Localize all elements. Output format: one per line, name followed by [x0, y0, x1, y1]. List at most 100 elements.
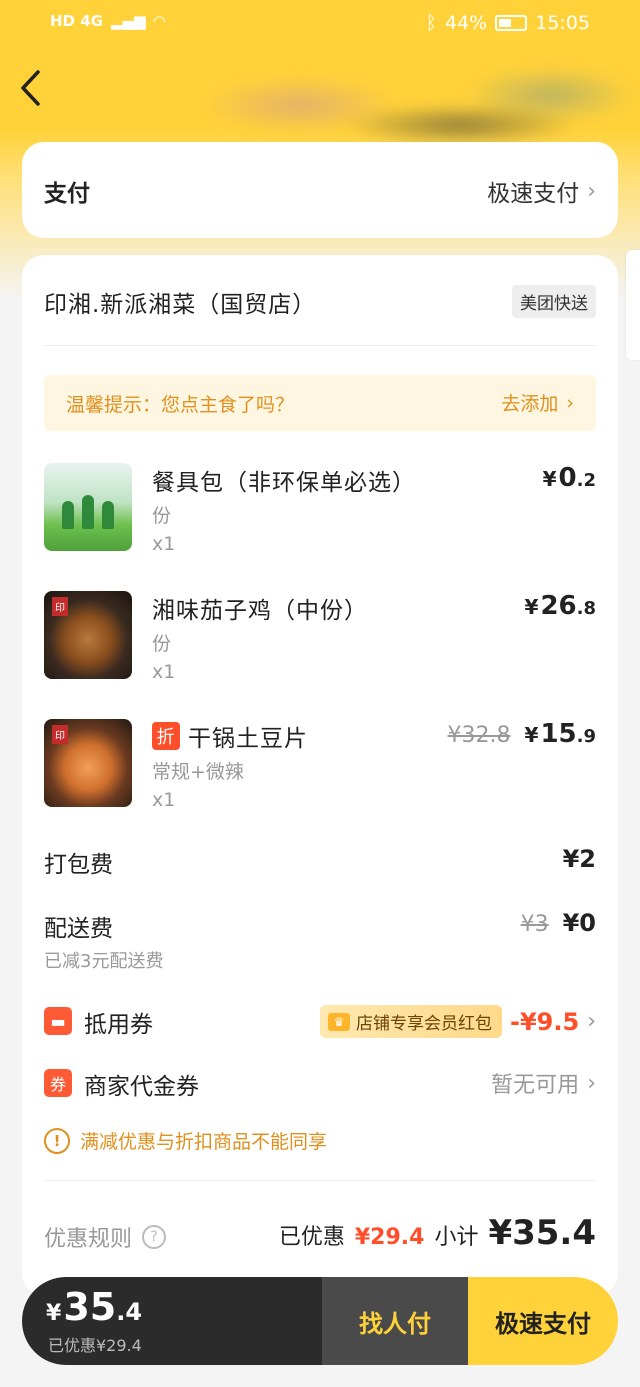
- discount-value: ¥29.4: [354, 1225, 425, 1250]
- divider: [44, 1180, 596, 1181]
- voucher-value: -¥9.5: [510, 1007, 580, 1036]
- total-int: 35: [63, 1285, 117, 1329]
- red-packet-icon: ▬: [44, 1007, 72, 1035]
- item-qty: x1: [152, 533, 176, 555]
- coupon-icon: 券: [44, 1069, 72, 1097]
- shop-logo-icon: 印: [52, 597, 68, 616]
- price-dec: .2: [576, 470, 596, 491]
- scroll-handle[interactable]: [626, 250, 640, 360]
- price-int: 0: [558, 463, 577, 493]
- wifi-icon: ◠: [153, 12, 166, 30]
- voucher-value-group[interactable]: ♛ 店铺专享会员红包 -¥9.5 ›: [320, 1005, 596, 1038]
- item-price: ¥26.8: [524, 591, 596, 621]
- warning-text: 满减优惠与折扣商品不能同享: [80, 1131, 328, 1153]
- delivery-fee-values: ¥3 ¥0: [521, 909, 596, 937]
- item-thumbnail: 印: [44, 591, 132, 679]
- price-dec: .8: [576, 598, 596, 619]
- item-name: 餐具包（非环保单必选）: [152, 470, 416, 496]
- packing-fee-label: 打包费: [44, 852, 113, 878]
- chevron-right-icon: ›: [587, 178, 596, 204]
- member-tag-label: 店铺专享会员红包: [356, 1014, 492, 1034]
- chevron-left-icon: [21, 70, 40, 106]
- friend-pay-button[interactable]: 找人付: [322, 1277, 468, 1365]
- total-discount-note: 已优惠¥29.4: [48, 1336, 142, 1355]
- delivery-fee-note: 已减3元配送费: [44, 951, 164, 972]
- delivery-original-fee: ¥3: [520, 912, 549, 937]
- checkout-total: ¥ 35 .4 已优惠¥29.4: [22, 1277, 322, 1365]
- order-item: 印 折 干锅土豆片 常规+微辣 x1 ¥32.8 ¥15.9: [44, 719, 596, 819]
- member-red-packet-tag: ♛ 店铺专享会员红包: [320, 1005, 502, 1038]
- chevron-right-icon: ›: [587, 1070, 596, 1096]
- clock: 15:05: [535, 12, 590, 34]
- subtotal-value: ¥35.4: [488, 1213, 596, 1253]
- item-thumbnail: [44, 463, 132, 551]
- item-qty: x1: [152, 789, 176, 811]
- network-indicator: HD 4G: [50, 12, 103, 30]
- rules-label: 优惠规则: [44, 1227, 133, 1252]
- voucher-row[interactable]: ▬ 抵用券 ♛ 店铺专享会员红包 -¥9.5 ›: [44, 1005, 596, 1045]
- staple-tip-banner[interactable]: 温馨提示：您点主食了吗？ 去添加 ›: [44, 375, 596, 431]
- exclamation-icon: !: [44, 1127, 70, 1154]
- back-button[interactable]: [18, 68, 58, 112]
- item-price: ¥32.8 ¥15.9: [447, 719, 596, 749]
- delivery-fee-value: ¥0: [562, 909, 596, 937]
- chevron-right-icon: ›: [587, 1009, 596, 1034]
- item-qty: x1: [152, 661, 176, 683]
- price-int: 26: [540, 591, 577, 621]
- discount-tag-icon: 折: [152, 722, 180, 750]
- order-item: 印 湘味茄子鸡（中份） 份 x1 ¥26.8: [44, 591, 596, 691]
- order-card: 印湘.新派湘菜（国贸店） 美团快送 温馨提示：您点主食了吗？ 去添加 › 餐具包…: [22, 255, 618, 1295]
- payment-method-value[interactable]: 极速支付 ›: [487, 174, 596, 208]
- status-right: ᛒ 44% 15:05: [426, 12, 590, 34]
- total-amount: ¥ 35 .4: [46, 1285, 142, 1329]
- bluetooth-icon: ᛒ: [425, 12, 437, 34]
- item-thumbnail: 印: [44, 719, 132, 807]
- original-price: ¥32.8: [447, 723, 511, 748]
- merchant-voucher-value: 暂无可用: [491, 1073, 580, 1098]
- signal-icon: ▂▄▆: [110, 12, 146, 30]
- price-dec: .9: [576, 726, 596, 747]
- delivery-fee-label: 配送费: [44, 916, 113, 942]
- item-spec: 份: [152, 633, 172, 655]
- item-price: ¥0.2: [542, 463, 596, 493]
- crown-icon: ♛: [328, 1012, 350, 1031]
- subtotal-label: 小计: [434, 1225, 479, 1250]
- chevron-right-icon: ›: [566, 391, 574, 414]
- delivery-badge: 美团快送: [512, 285, 596, 318]
- status-left: HD 4G ▂▄▆ ◠: [50, 12, 165, 30]
- payment-method-text: 极速支付: [487, 181, 580, 207]
- shop-logo-icon: 印: [52, 725, 68, 744]
- fast-pay-button[interactable]: 极速支付: [468, 1277, 618, 1365]
- item-spec: 常规+微辣: [152, 761, 244, 783]
- order-summary: 已优惠 ¥29.4 小计 ¥35.4: [279, 1213, 596, 1253]
- tip-text: 温馨提示：您点主食了吗？: [66, 394, 295, 416]
- discount-label: 已优惠: [278, 1225, 345, 1250]
- total-currency: ¥: [46, 1301, 62, 1326]
- status-bar: HD 4G ▂▄▆ ◠ ᛒ 44% 15:05: [0, 0, 640, 48]
- payment-label: 支付: [44, 181, 90, 207]
- merchant-voucher-label: 商家代金券: [84, 1074, 199, 1100]
- order-item: 餐具包（非环保单必选） 份 x1 ¥0.2: [44, 463, 596, 563]
- item-spec: 份: [152, 505, 172, 527]
- packing-fee-value: ¥2: [562, 845, 596, 873]
- checkout-bar: ¥ 35 .4 已优惠¥29.4 找人付 极速支付: [22, 1277, 618, 1365]
- shop-name: 印湘.新派湘菜（国贸店）: [44, 292, 317, 318]
- packing-fee-row: 打包费 ¥2: [44, 845, 596, 885]
- battery-icon: [495, 15, 528, 31]
- payment-method-card[interactable]: 支付 极速支付 ›: [22, 142, 618, 238]
- merchant-voucher-value-group[interactable]: 暂无可用 ›: [491, 1067, 596, 1099]
- item-name: 干锅土豆片: [188, 726, 308, 752]
- price-int: 15: [540, 719, 577, 749]
- add-staple-label: 去添加: [501, 393, 559, 415]
- item-name: 湘味茄子鸡（中份）: [152, 598, 368, 624]
- voucher-label: 抵用券: [84, 1012, 153, 1038]
- battery-percent: 44%: [445, 12, 488, 34]
- total-dec: .4: [116, 1298, 143, 1326]
- delivery-fee-row: 配送费 ¥3 ¥0 已减3元配送费: [44, 909, 596, 979]
- item-name-row: 折 干锅土豆片: [152, 719, 308, 753]
- merchant-voucher-row[interactable]: 券 商家代金券 暂无可用 ›: [44, 1067, 596, 1107]
- discount-rules-link[interactable]: 优惠规则 ?: [44, 1221, 167, 1253]
- divider: [44, 345, 596, 346]
- add-staple-link[interactable]: 去添加 ›: [501, 389, 574, 416]
- discount-warning: ! 满减优惠与折扣商品不能同享: [44, 1127, 327, 1154]
